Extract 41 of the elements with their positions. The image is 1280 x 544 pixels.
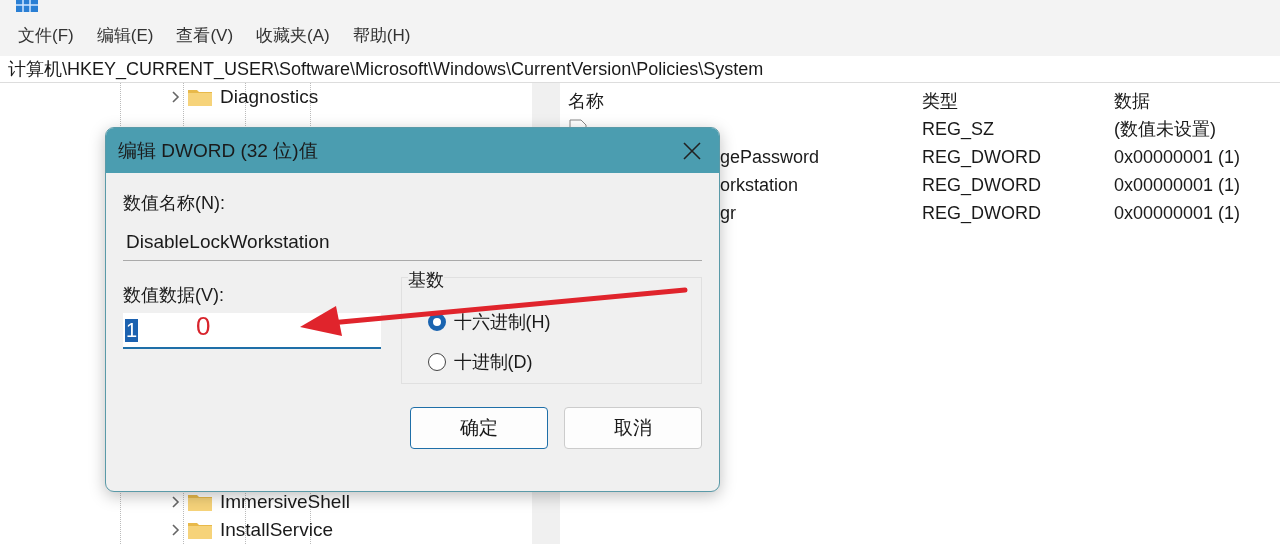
- chevron-icon[interactable]: [172, 496, 180, 508]
- value-name[interactable]: gr: [720, 202, 736, 224]
- table-cell-text: REG_DWORD: [922, 146, 1042, 168]
- folder-icon: [188, 493, 212, 511]
- menu-item[interactable]: 编辑(E): [96, 23, 154, 47]
- menu-item[interactable]: 文件(F): [18, 23, 74, 47]
- chevron-icon[interactable]: [172, 91, 180, 103]
- radio-label[interactable]: 十进制(D): [453, 350, 533, 374]
- dialog-title: 编辑 DWORD (32 位)值: [118, 138, 318, 163]
- menu-item[interactable]: 收藏夹(A): [256, 23, 330, 47]
- address-bar[interactable]: 计算机\HKEY_CURRENT_USER\Software\Microsoft\Windows\CurrentVersion\Policies\System: [0, 56, 1280, 83]
- folder-icon: [188, 88, 212, 106]
- tree-item[interactable]: InstallService: [220, 519, 333, 541]
- radio-button[interactable]: [427, 353, 446, 371]
- table-cell-text: REG_SZ: [922, 118, 996, 140]
- ok-button[interactable]: 确定: [410, 407, 548, 449]
- app-icon: [16, 0, 38, 12]
- value-name[interactable]: orkstation: [720, 174, 799, 196]
- menu-item[interactable]: 帮助(H): [352, 23, 411, 47]
- column-header[interactable]: 数据: [1114, 89, 1150, 113]
- value-name[interactable]: gePassword: [720, 146, 820, 168]
- close-icon[interactable]: [683, 141, 701, 160]
- field-label: 数值数据(V):: [123, 284, 225, 307]
- table-cell-text: REG_DWORD: [922, 202, 1042, 224]
- group-label: 基数: [407, 268, 444, 292]
- field-label: 数值名称(N):: [123, 192, 226, 215]
- radio-label[interactable]: 十六进制(H): [453, 310, 551, 334]
- table-cell: 0x00000001 (1): [1114, 146, 1241, 168]
- table-cell-text: (数值未设置): [1114, 118, 1216, 141]
- folder-icon: [188, 521, 212, 539]
- cancel-button[interactable]: 取消: [564, 407, 702, 449]
- table-cell: 0x00000001 (1): [1114, 174, 1241, 196]
- chevron-icon[interactable]: [172, 524, 180, 536]
- menu-item[interactable]: 查看(V): [176, 23, 234, 47]
- column-header[interactable]: 类型: [922, 89, 1114, 113]
- annotation-text: 0: [196, 311, 211, 342]
- table-cell: 0x00000001 (1): [1114, 202, 1241, 224]
- table-cell-text: REG_DWORD: [922, 174, 1042, 196]
- tree-item[interactable]: Diagnostics: [220, 86, 319, 108]
- tree-item[interactable]: ImmersiveShell: [220, 491, 350, 513]
- column-header[interactable]: 名称: [560, 89, 922, 113]
